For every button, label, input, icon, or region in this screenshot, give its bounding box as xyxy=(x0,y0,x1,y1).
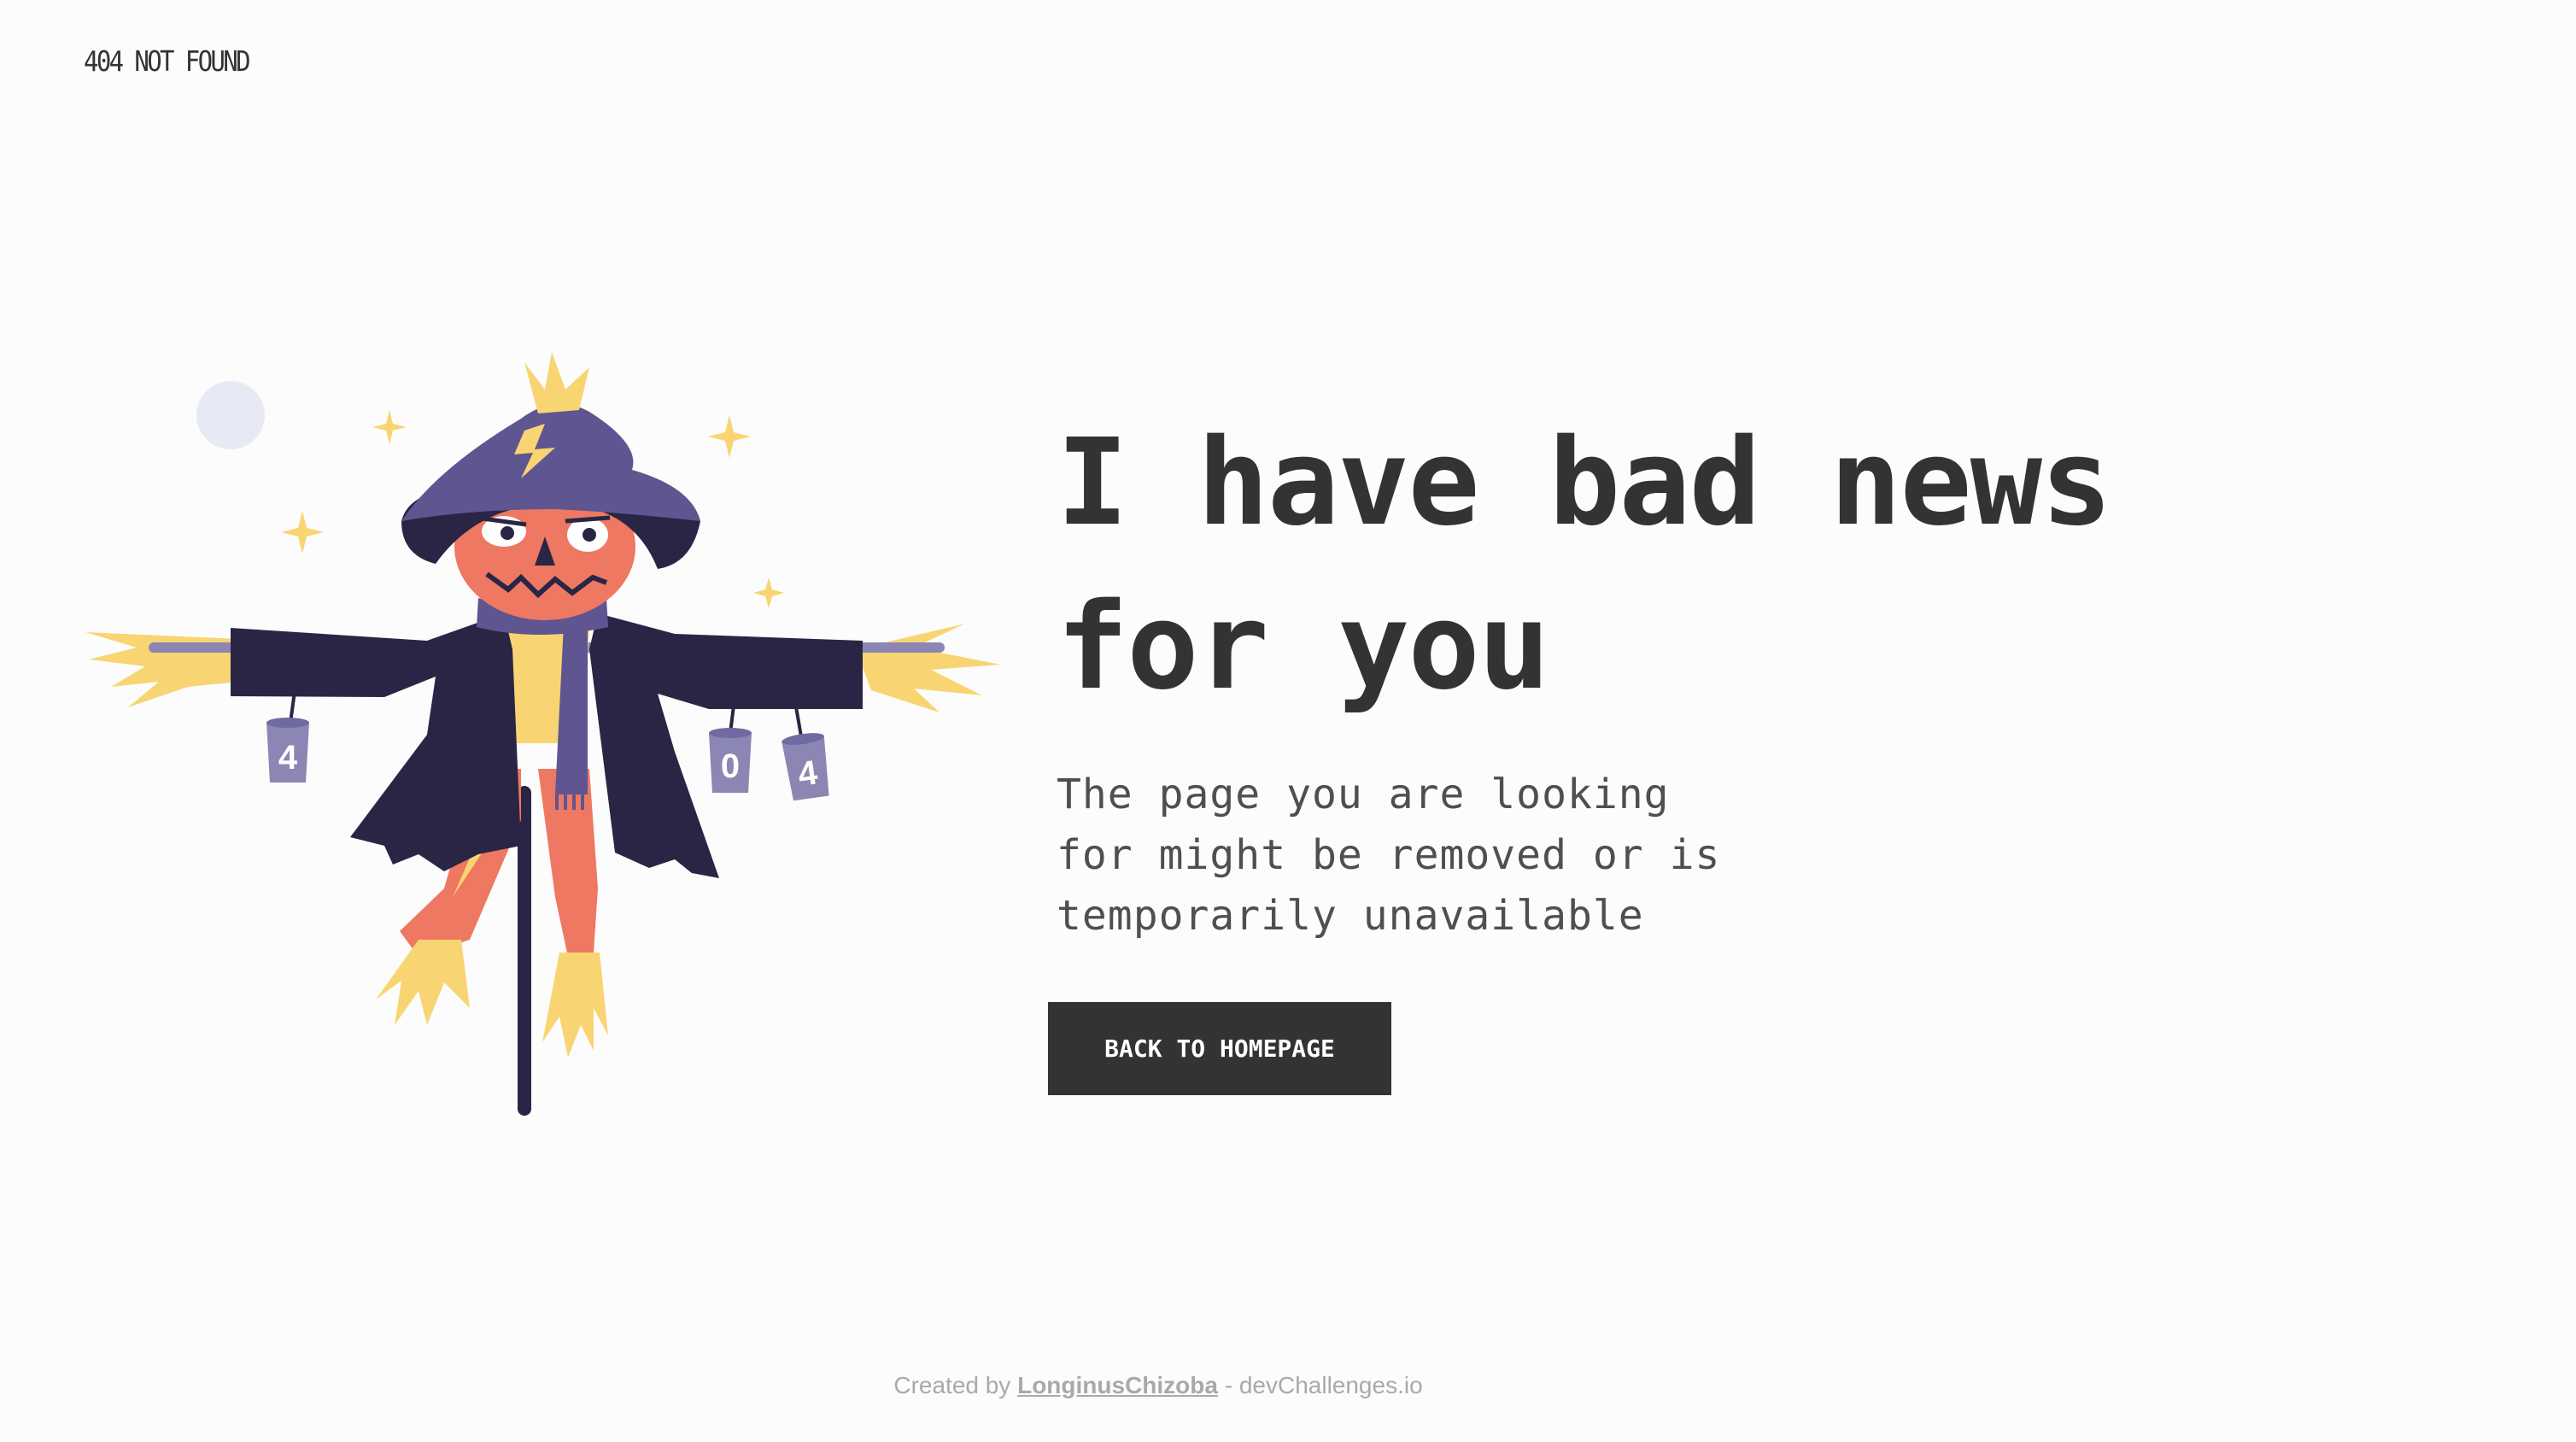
footer-credit: Created by LonginusChizoba - devChalleng… xyxy=(0,1372,2316,1399)
message-line: for might be removed or is xyxy=(1057,831,1721,879)
message-line: temporarily unavailable xyxy=(1057,892,1644,940)
leg-right xyxy=(538,769,598,957)
straw-right xyxy=(856,624,1001,712)
scarecrow-illustration: 4 0 4 xyxy=(85,352,1001,1116)
sparkle-icon xyxy=(372,410,407,444)
sparkle-icon xyxy=(708,415,751,458)
footer-suffix: - devChallenges.io xyxy=(1224,1372,1423,1398)
brand-logo[interactable]: 404 NOT FOUND xyxy=(84,44,251,78)
footer-prefix: Created by xyxy=(893,1372,1011,1398)
sparkle-icon xyxy=(281,511,324,554)
error-message: The page you are looking for might be re… xyxy=(1057,765,1825,947)
headline-line: for you xyxy=(1057,577,1550,717)
can-label: 0 xyxy=(721,747,740,785)
hat xyxy=(401,403,700,521)
page-title: I have bad news for you xyxy=(1057,402,2338,730)
straw-top xyxy=(524,352,589,413)
sparkle-icon xyxy=(753,577,784,608)
can-label: 4 xyxy=(278,739,298,777)
moon-icon xyxy=(196,381,265,449)
back-to-homepage-button[interactable]: BACK TO HOMEPAGE xyxy=(1048,1002,1391,1095)
foot-straw-left xyxy=(376,940,470,1025)
can-4-right: 4 xyxy=(782,733,829,801)
foot-straw-right xyxy=(542,953,608,1058)
can-0-middle: 0 xyxy=(709,728,752,793)
can-4-left: 4 xyxy=(266,718,309,783)
author-link[interactable]: LonginusChizoba xyxy=(1017,1372,1218,1398)
message-line: The page you are looking xyxy=(1057,771,1670,818)
headline-line: I have bad news xyxy=(1057,413,2112,553)
